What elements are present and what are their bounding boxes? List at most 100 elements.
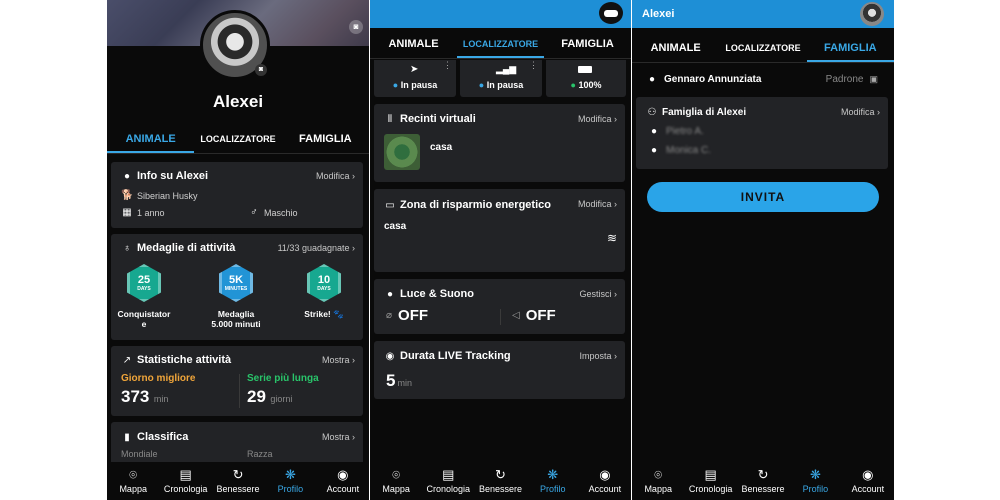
best-day-value-wrap: 373 min — [121, 387, 168, 407]
speaker-off-icon: ◁ — [512, 310, 520, 321]
more-icon[interactable]: ⋮ — [529, 60, 538, 71]
best-day-value: 373 — [121, 387, 150, 406]
nav-label: Mappa — [382, 484, 410, 494]
nav-profile[interactable]: ❋ Profilo — [789, 462, 841, 500]
nav-profile[interactable]: ❋ Profilo — [527, 462, 579, 500]
tab-famiglia[interactable]: FAMIGLIA — [806, 35, 894, 62]
map-pin-icon: ⌾ — [654, 467, 663, 482]
tab-localizzatore[interactable]: LOCALIZZATORE — [719, 35, 806, 62]
bar-chart-icon: ▮ — [124, 431, 130, 443]
tab-localizzatore[interactable]: LOCALIZZATORE — [457, 31, 544, 58]
family-title: Famiglia di Alexei — [662, 107, 747, 118]
tracker-device-icon[interactable] — [599, 2, 623, 24]
live-duration: 5 min — [386, 371, 412, 391]
nav-wellness[interactable]: ↻ Benessere — [737, 462, 789, 500]
medal-unit: DAYS — [137, 285, 151, 292]
fences-card: ⦀ Recinti virtuali Modifica › casa — [374, 104, 625, 182]
nav-label: Mappa — [644, 484, 672, 494]
nav-account[interactable]: ◉ Account — [842, 462, 894, 500]
nav-account[interactable]: ◉ Account — [317, 462, 369, 500]
sound-toggle[interactable]: ◁ OFF — [512, 307, 556, 324]
header-avatar[interactable] — [860, 2, 884, 26]
medal-number: 10 — [317, 273, 331, 286]
refresh-icon: ↻ — [232, 467, 244, 482]
tab-famiglia[interactable]: FAMIGLIA — [544, 31, 631, 58]
family-card: ⚇ Famiglia di Alexei Modifica › ● Pietro A… — [636, 97, 888, 169]
nav-history[interactable]: ▤ Cronologia — [684, 462, 736, 500]
chevron-right-icon: › — [349, 243, 355, 253]
medal-badge[interactable]: 10 DAYS — [307, 264, 341, 302]
info-title: Info su Alexei — [137, 170, 209, 182]
refresh-icon: ↻ — [495, 467, 506, 482]
status-tile-gps[interactable]: ➤ ⋮ ● In pausa — [374, 60, 456, 97]
power-saving-card: ▭ Zona di risparmio energetico Modifica ›… — [374, 189, 625, 272]
live-set-link[interactable]: Imposta — [579, 351, 611, 361]
cake-icon: ▦ — [122, 207, 132, 218]
tab-localizzatore[interactable]: LOCALIZZATORE — [194, 126, 281, 153]
power-edit-link[interactable]: Modifica — [578, 199, 612, 209]
medals-count[interactable]: 11/33 guadagnate — [278, 243, 350, 253]
nav-label: Profilo — [802, 484, 829, 494]
streak-value: 29 — [247, 387, 266, 406]
breed-text: Siberian Husky — [137, 190, 198, 201]
status-tile-signal[interactable]: ▂▄▆ ⋮ ● In pausa — [460, 60, 542, 97]
fence-map-thumbnail[interactable] — [384, 134, 420, 170]
tab-animale[interactable]: ANIMALE — [107, 126, 195, 153]
calendar-icon: ▤ — [442, 467, 455, 482]
invite-button[interactable]: INVITA — [647, 182, 879, 212]
medal-label: Strike! 🐾 — [304, 309, 344, 319]
nav-map[interactable]: ⌾ Mappa — [632, 462, 684, 500]
nav-label: Cronologia — [688, 484, 733, 494]
more-icon[interactable]: ⋮ — [443, 60, 452, 71]
tab-famiglia[interactable]: FAMIGLIA — [282, 126, 369, 153]
rank-show-link[interactable]: Mostra — [322, 432, 350, 442]
status-battery: ● 100% — [570, 80, 602, 90]
light-manage-link[interactable]: Gestisci — [579, 289, 611, 299]
family-edit-link[interactable]: Modifica — [841, 107, 875, 117]
status-signal: ● In pausa — [478, 80, 524, 90]
rank-breed-label: Razza — [247, 449, 273, 459]
nav-map[interactable]: ⌾ Mappa — [370, 462, 422, 500]
info-edit-link[interactable]: Modifica — [316, 171, 350, 181]
calendar-icon: ▤ — [179, 467, 192, 482]
nav-account[interactable]: ◉ Account — [579, 462, 631, 500]
tab-animale[interactable]: ANIMALE — [370, 31, 457, 58]
stats-card: ↗ Statistiche attività Mostra › Giorno mi… — [111, 346, 363, 416]
header-title: Alexei — [642, 8, 675, 20]
chevron-right-icon: › — [611, 289, 617, 299]
family-member-name: Pietro A. — [666, 126, 704, 137]
family-member-name: Monica C. — [666, 145, 712, 156]
medal-badge[interactable]: 25 DAYS — [127, 264, 161, 302]
nav-wellness[interactable]: ↻ Benessere — [474, 462, 526, 500]
trend-icon: ↗ — [122, 354, 132, 366]
streak-unit: giorni — [270, 394, 293, 404]
screen-tracker: ANIMALE LOCALIZZATORE FAMIGLIA ➤ ⋮ ● In … — [370, 0, 631, 500]
status-tile-battery[interactable]: ● 100% — [546, 60, 626, 97]
fences-edit-link[interactable]: Modifica — [578, 114, 612, 124]
lock-icon: ▣ — [869, 74, 878, 84]
status-gps: ● In pausa — [392, 80, 438, 90]
medal-badge[interactable]: 5K MINUTES — [219, 264, 253, 302]
nav-map[interactable]: ⌾ Mappa — [107, 462, 159, 500]
cover-camera-icon[interactable]: ◙ — [349, 20, 363, 34]
group-icon: ⚇ — [647, 107, 657, 118]
refresh-icon: ↻ — [757, 467, 769, 482]
person-icon: ● — [650, 126, 658, 137]
person-icon: ● — [650, 145, 658, 156]
stats-show-link[interactable]: Mostra — [322, 355, 350, 365]
sound-state: OFF — [525, 307, 556, 324]
nav-history[interactable]: ▤ Cronologia — [159, 462, 211, 500]
top-bar — [370, 0, 631, 28]
nav-profile[interactable]: ❋ Profilo — [264, 462, 316, 500]
nav-history[interactable]: ▤ Cronologia — [422, 462, 474, 500]
stats-title: Statistiche attività — [137, 354, 232, 366]
nav-label: Benessere — [741, 484, 785, 494]
bottom-nav: ⌾ Mappa ▤ Cronologia ↻ Benessere ❋ Profilo ◉… — [370, 462, 631, 500]
light-toggle[interactable]: ⌀ OFF — [386, 307, 428, 324]
nav-wellness[interactable]: ↻ Benessere — [212, 462, 264, 500]
avatar-camera-icon[interactable]: ◙ — [255, 64, 267, 76]
nav-label: Account — [588, 484, 622, 494]
chevron-right-icon: › — [611, 351, 617, 361]
tab-animale[interactable]: ANIMALE — [632, 35, 719, 62]
person-icon: ◉ — [862, 467, 874, 482]
